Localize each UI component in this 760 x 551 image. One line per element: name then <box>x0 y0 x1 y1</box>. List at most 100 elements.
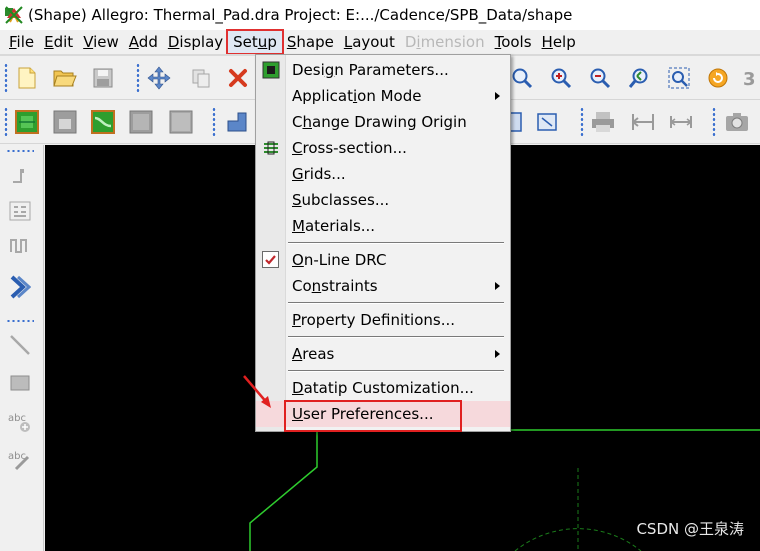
toolbar-grip[interactable] <box>212 107 216 137</box>
3d-view-icon[interactable]: 3 <box>738 63 760 93</box>
menu-separator <box>288 242 504 244</box>
zoom-in-icon[interactable] <box>546 63 576 93</box>
menu-label-part: n-Line DRC <box>303 251 387 269</box>
menu-add[interactable]: Add <box>124 31 163 53</box>
menu-label-part: ile <box>16 33 35 51</box>
menu-item-areas[interactable]: Areas <box>256 341 510 367</box>
menu-mnemonic: E <box>44 33 54 51</box>
svg-text:3: 3 <box>743 69 756 89</box>
pin-icon[interactable] <box>6 165 34 193</box>
chevron-right-icon[interactable] <box>6 273 34 301</box>
allegro-app-icon <box>5 6 23 24</box>
menu-label-part: Applicat <box>292 87 353 105</box>
line-icon[interactable] <box>6 331 34 359</box>
menu-mnemonic: D <box>167 33 180 51</box>
menu-item-constraints[interactable]: Constraints <box>256 273 510 299</box>
open-folder-icon[interactable] <box>50 63 80 93</box>
menu-item-label: Subclasses... <box>292 187 389 213</box>
menu-item-on-line-drc[interactable]: On-Line DRC <box>256 247 510 273</box>
move-icon[interactable] <box>144 63 174 93</box>
menu-item-cross-section[interactable]: Cross-section... <box>256 135 510 161</box>
menu-mnemonic: O <box>292 251 304 269</box>
save-icon[interactable] <box>88 63 118 93</box>
camera-icon[interactable] <box>722 107 752 137</box>
board-outline-icon[interactable] <box>166 107 196 137</box>
menu-label-part: roperty Definitions... <box>300 311 456 329</box>
menu-mnemonic: u <box>257 33 268 51</box>
menu-label-part: elp <box>552 33 576 51</box>
menu-label-part: ubclasses... <box>301 191 390 209</box>
menu-label-part: Set <box>233 33 258 51</box>
menu-mnemonic: V <box>83 33 94 51</box>
menu-item-materials[interactable]: Materials... <box>256 213 510 239</box>
menu-dimension[interactable]: Dimension <box>400 31 490 53</box>
menu-layout[interactable]: Layout <box>339 31 400 53</box>
setup-dropdown-menu: Design Parameters... Application Mode Chan… <box>255 54 511 432</box>
menu-help[interactable]: Help <box>537 31 581 53</box>
toolbar-grip[interactable] <box>136 63 140 93</box>
menu-label-part: C <box>292 113 303 131</box>
menu-item-design-parameters[interactable]: Design Parameters... <box>256 57 510 83</box>
menu-label-part: aterials... <box>304 217 376 235</box>
toolbar-grip[interactable] <box>4 107 8 137</box>
board-gray-icon[interactable] <box>50 107 80 137</box>
checkmark-icon <box>262 251 279 268</box>
menu-item-label: Constraints <box>292 273 378 299</box>
menu-shape[interactable]: Shape <box>282 31 339 53</box>
copy-icon[interactable] <box>186 63 216 93</box>
dimension-icon[interactable] <box>628 107 658 137</box>
menu-label-part: straints <box>321 277 378 295</box>
grid-dots-icon[interactable] <box>6 319 34 323</box>
toolbar-grip[interactable] <box>712 107 716 137</box>
menu-item-change-drawing-origin[interactable]: Change Drawing Origin <box>256 109 510 135</box>
zoom-previous-icon[interactable] <box>625 63 655 93</box>
redraw-icon[interactable] <box>703 63 733 93</box>
measure-icon[interactable] <box>666 107 696 137</box>
toolbar-grip[interactable] <box>580 107 584 137</box>
text-edit-icon[interactable]: abc <box>6 445 34 473</box>
menu-edit[interactable]: Edit <box>39 31 78 53</box>
window-title: (Shape) Allegro: Thermal_Pad.dra Project… <box>28 6 573 24</box>
menu-item-property-definitions[interactable]: Property Definitions... <box>256 307 510 333</box>
submenu-arrow-icon <box>495 350 500 358</box>
rectangle-icon[interactable] <box>6 369 34 397</box>
menu-item-label: On-Line DRC <box>292 247 386 273</box>
wave-icon[interactable] <box>6 231 34 259</box>
user-preferences-highlight-box <box>284 400 462 432</box>
zoom-icon[interactable] <box>507 63 537 93</box>
menu-item-label: Application Mode <box>292 83 421 109</box>
menu-view[interactable]: View <box>78 31 124 53</box>
grid-dots-icon[interactable] <box>6 149 34 153</box>
title-bar: (Shape) Allegro: Thermal_Pad.dra Project… <box>0 0 760 30</box>
delete-icon[interactable] <box>223 63 253 93</box>
menu-setup[interactable]: Setup <box>226 29 284 55</box>
menu-label-part: ange Drawing Origin <box>312 113 467 131</box>
menu-label-part: mension <box>420 33 485 51</box>
red-arrow-icon <box>243 375 271 408</box>
menu-item-datatip-customization[interactable]: Datatip Customization... <box>256 375 510 401</box>
menu-file[interactable]: File <box>4 31 39 53</box>
window-icon[interactable] <box>532 107 562 137</box>
board-blank-icon[interactable] <box>126 107 156 137</box>
zoom-fit-icon[interactable] <box>664 63 694 93</box>
new-file-icon[interactable] <box>12 63 42 93</box>
matrix-icon[interactable] <box>6 197 34 225</box>
menu-label-part: n Parameters... <box>334 61 449 79</box>
menu-display[interactable]: Display <box>163 31 228 53</box>
board-route-icon[interactable] <box>88 107 118 137</box>
submenu-arrow-icon <box>495 282 500 290</box>
menu-mnemonic: S <box>292 191 302 209</box>
toolbar-grip[interactable] <box>4 63 8 93</box>
menu-item-application-mode[interactable]: Application Mode <box>256 83 510 109</box>
board-green-icon[interactable] <box>12 107 42 137</box>
zoom-out-icon[interactable] <box>585 63 615 93</box>
menu-item-grids[interactable]: Grids... <box>256 161 510 187</box>
menu-separator <box>288 336 504 338</box>
menu-tools[interactable]: Tools <box>490 31 537 53</box>
menu-mnemonic: A <box>292 345 303 363</box>
menu-label-part: rids... <box>303 165 346 183</box>
step-icon[interactable] <box>222 107 252 137</box>
menu-item-subclasses[interactable]: Subclasses... <box>256 187 510 213</box>
printer-icon[interactable] <box>588 107 618 137</box>
text-add-icon[interactable]: abc <box>6 407 34 435</box>
